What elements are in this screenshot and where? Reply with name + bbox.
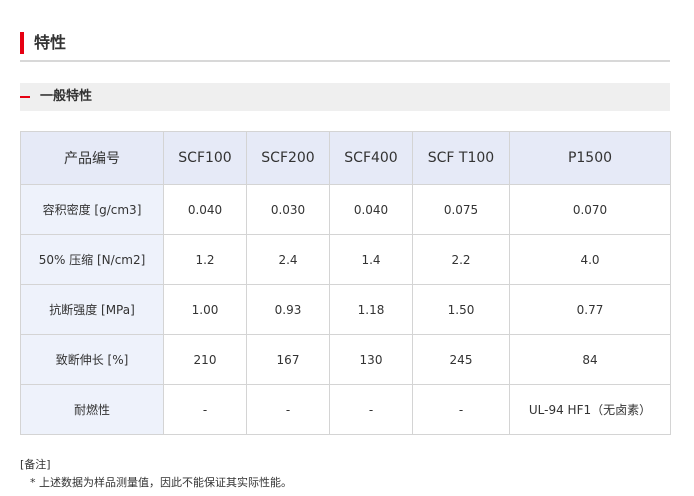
header-scf400: SCF400 bbox=[329, 131, 413, 185]
table-row: 耐燃性 - - - - UL-94 HF1（无卤素） bbox=[20, 384, 671, 435]
table-cell: 2.4 bbox=[246, 234, 330, 285]
table-cell: 0.040 bbox=[329, 184, 413, 235]
table-cell: 0.070 bbox=[509, 184, 671, 235]
row-label-elongation: 致断伸长 [%] bbox=[20, 334, 164, 385]
section-header: 特性 bbox=[20, 30, 670, 62]
table-cell: 167 bbox=[246, 334, 330, 385]
table-cell: - bbox=[329, 384, 413, 435]
table-cell: 245 bbox=[412, 334, 510, 385]
table-row: 抗断强度 [MPa] 1.00 0.93 1.18 1.50 0.77 bbox=[20, 284, 671, 335]
header-scf100: SCF100 bbox=[163, 131, 247, 185]
header-product-number: 产品编号 bbox=[20, 131, 164, 185]
table-cell: - bbox=[163, 384, 247, 435]
table-cell: UL-94 HF1（无卤素） bbox=[509, 384, 671, 435]
table-cell: 1.00 bbox=[163, 284, 247, 335]
table-cell: 0.93 bbox=[246, 284, 330, 335]
table-cell: 1.2 bbox=[163, 234, 247, 285]
table-cell: 0.77 bbox=[509, 284, 671, 335]
table-row: 容积密度 [g/cm3] 0.040 0.030 0.040 0.075 0.0… bbox=[20, 184, 671, 235]
subsection-title: 一般特性 bbox=[40, 89, 93, 104]
table-header-row: 产品编号 SCF100 SCF200 SCF400 SCF T100 P1500 bbox=[20, 131, 671, 185]
header-scf200: SCF200 bbox=[246, 131, 330, 185]
notes-label: [备注] bbox=[20, 458, 51, 471]
table-cell: 1.18 bbox=[329, 284, 413, 335]
notes-text: * 上述数据为样品测量值，因此不能保证其实际性能。 bbox=[30, 476, 292, 489]
table-cell: - bbox=[412, 384, 510, 435]
row-label-flame-resistance: 耐燃性 bbox=[20, 384, 164, 435]
table-cell: 84 bbox=[509, 334, 671, 385]
row-label-compression: 50% 压缩 [N/cm2] bbox=[20, 234, 164, 285]
table-cell: 130 bbox=[329, 334, 413, 385]
table-cell: 0.040 bbox=[163, 184, 247, 235]
section-title: 特性 bbox=[34, 33, 67, 52]
table-cell: 4.0 bbox=[509, 234, 671, 285]
row-label-tensile-strength: 抗断强度 [MPa] bbox=[20, 284, 164, 335]
table-cell: 210 bbox=[163, 334, 247, 385]
row-label-bulk-density: 容积密度 [g/cm3] bbox=[20, 184, 164, 235]
table-cell: 1.4 bbox=[329, 234, 413, 285]
table-cell: 2.2 bbox=[412, 234, 510, 285]
section-divider bbox=[20, 60, 670, 62]
properties-table: 产品编号 SCF100 SCF200 SCF400 SCF T100 P1500… bbox=[20, 131, 671, 435]
subsection-dash-icon bbox=[20, 96, 30, 98]
table-cell: 0.075 bbox=[412, 184, 510, 235]
table-cell: 1.50 bbox=[412, 284, 510, 335]
section-accent-bar bbox=[20, 32, 24, 54]
table-row: 50% 压缩 [N/cm2] 1.2 2.4 1.4 2.2 4.0 bbox=[20, 234, 671, 285]
table-row: 致断伸长 [%] 210 167 130 245 84 bbox=[20, 334, 671, 385]
table-cell: - bbox=[246, 384, 330, 435]
header-scf-t100: SCF T100 bbox=[412, 131, 510, 185]
table-cell: 0.030 bbox=[246, 184, 330, 235]
notes: [备注] * 上述数据为样品测量值，因此不能保证其实际性能。 bbox=[20, 456, 292, 492]
subsection-header: 一般特性 bbox=[20, 83, 670, 111]
header-p1500: P1500 bbox=[509, 131, 671, 185]
